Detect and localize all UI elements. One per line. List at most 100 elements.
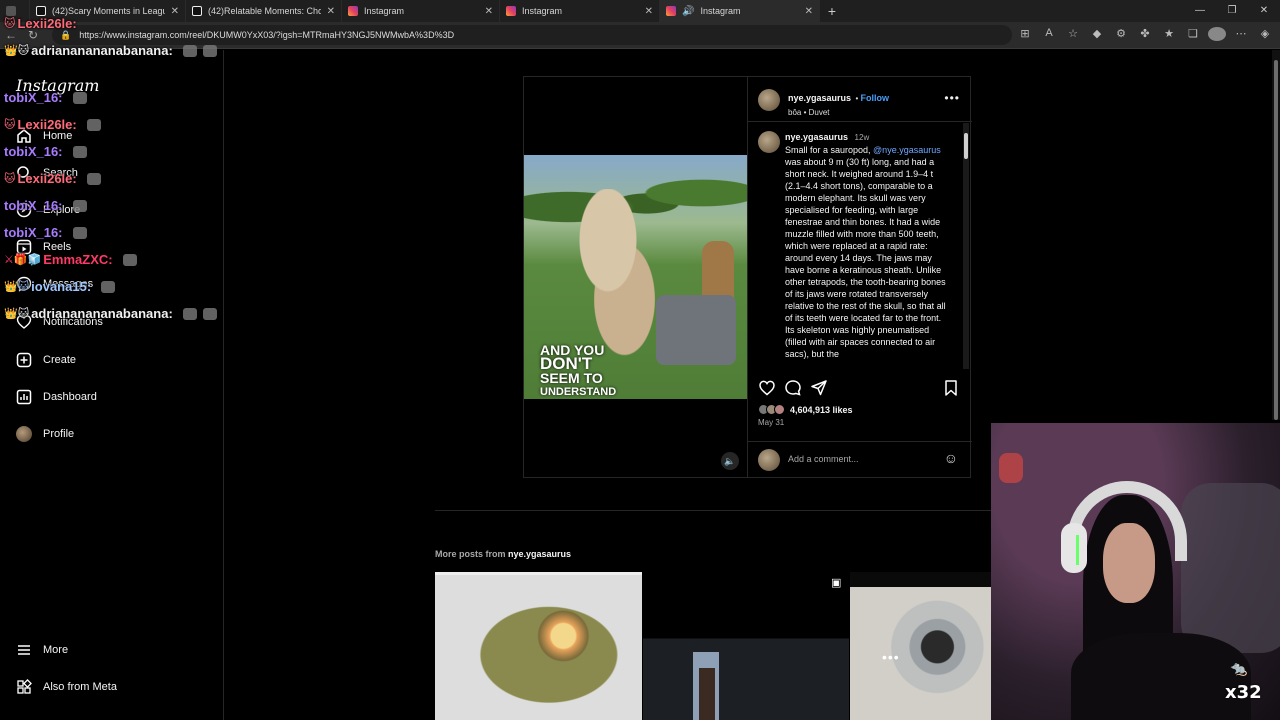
webcam-lamp bbox=[999, 453, 1023, 483]
close-tab-icon[interactable]: ✕ bbox=[327, 6, 335, 17]
tab-title: Instagram bbox=[364, 6, 405, 16]
audio-label[interactable]: bôa • Duvet bbox=[788, 108, 889, 117]
chat-emote-icon bbox=[86, 172, 101, 185]
browser-tab-active[interactable]: 🔊 Instagram ✕ bbox=[660, 0, 820, 22]
favorites-icon[interactable]: ★ bbox=[1160, 27, 1178, 44]
post-header: nye.ygasaurus • Follow bôa • Duvet ••• bbox=[748, 77, 972, 122]
chat-username: EmmaZXC: bbox=[43, 252, 113, 267]
chat-message: 👑🐱 iovana15: bbox=[4, 279, 116, 294]
collections-icon[interactable]: ❏ bbox=[1184, 27, 1202, 44]
meta-grid-icon bbox=[16, 679, 32, 695]
chat-badge-icon: 🐱 bbox=[4, 173, 16, 185]
chat-username: Lexii26le: bbox=[17, 117, 77, 132]
author-avatar[interactable] bbox=[758, 89, 780, 111]
chat-username: adriananananabanana: bbox=[31, 43, 173, 58]
sidebar-item-label: Create bbox=[43, 354, 77, 366]
copilot-icon[interactable]: ◈ bbox=[1256, 27, 1274, 44]
section-divider bbox=[435, 510, 991, 511]
chat-badge-icon: 🐱 bbox=[4, 18, 16, 30]
follow-button[interactable]: Follow bbox=[861, 93, 890, 103]
speaker-icon[interactable]: 🔊 bbox=[682, 6, 694, 17]
maximize-icon[interactable]: ❐ bbox=[1216, 0, 1248, 22]
sidebar-item-label: More bbox=[43, 644, 69, 656]
chat-message: 🐱 Lexii26le: bbox=[4, 171, 101, 186]
read-aloud-icon[interactable]: A bbox=[1040, 27, 1058, 44]
mute-button[interactable]: 🔈 bbox=[721, 452, 739, 470]
caption-author-avatar[interactable] bbox=[758, 131, 780, 153]
sidebar-item-profile[interactable]: Profile bbox=[16, 424, 74, 444]
instagram-icon bbox=[506, 6, 516, 16]
chat-username: tobiX_16: bbox=[4, 225, 63, 240]
chat-badge-icon: 🐱 bbox=[4, 119, 16, 131]
chat-emote-icon bbox=[101, 280, 116, 293]
emoji-icon[interactable]: ☺ bbox=[944, 450, 958, 466]
comment-icon[interactable] bbox=[784, 379, 802, 397]
sidebar-item-more[interactable]: More bbox=[16, 640, 68, 660]
chat-badge-icon: 👑🐱 bbox=[4, 281, 30, 293]
address-bar-icons: ⊞ A ☆ ◆ ⚙ ✤ ★ ❏ ⋯ ◈ bbox=[1016, 26, 1274, 44]
puzzle-icon[interactable]: ⚙ bbox=[1112, 27, 1130, 44]
caption-scrollbar[interactable] bbox=[963, 123, 969, 369]
extensions-icon[interactable]: ✤ bbox=[1136, 27, 1154, 44]
page-scrollbar-thumb[interactable] bbox=[1274, 60, 1278, 420]
more-posts-author-link[interactable]: nye.ygasaurus bbox=[508, 549, 571, 559]
sidebar-item-also-from-meta[interactable]: Also from Meta bbox=[16, 677, 117, 697]
more-options-icon[interactable]: ⋯ bbox=[1232, 27, 1250, 44]
sidebar-item-create[interactable]: Create bbox=[16, 350, 76, 370]
likes-count[interactable]: 4,604,913 likes bbox=[790, 405, 853, 415]
author-username[interactable]: nye.ygasaurus bbox=[788, 93, 851, 103]
chat-message: tobiX_16: bbox=[4, 144, 87, 159]
close-tab-icon[interactable]: ✕ bbox=[805, 6, 813, 17]
more-options-icon[interactable]: ••• bbox=[944, 91, 960, 105]
post-thumbnail[interactable] bbox=[435, 572, 642, 720]
chat-emote-icon bbox=[86, 118, 101, 131]
chat-emote-icon bbox=[122, 253, 137, 266]
apps-icon[interactable]: ⊞ bbox=[1016, 27, 1034, 44]
share-icon[interactable] bbox=[810, 379, 828, 397]
favorite-icon[interactable]: ☆ bbox=[1064, 27, 1082, 44]
reel-icon: ▣ bbox=[831, 577, 842, 589]
stream-chat-overlay: 🐱 Lexii26le: 👑🐱 adriananananabanana: tobiX… bbox=[0, 12, 230, 332]
profile-avatar-icon[interactable] bbox=[1208, 26, 1226, 44]
chat-message: 🐱 Lexii26le: bbox=[4, 16, 77, 31]
tab-title: Instagram bbox=[522, 6, 563, 16]
window-controls: — ❐ ✕ bbox=[1184, 0, 1280, 22]
reel-media[interactable]: AND YOU DON'T SEEM TO UNDERSTAND 🔈 bbox=[524, 77, 747, 477]
post-date[interactable]: May 31 bbox=[758, 418, 784, 427]
extension-icon[interactable]: ◆ bbox=[1088, 27, 1106, 44]
page-scrollbar[interactable] bbox=[1272, 50, 1280, 420]
more-posts-heading: More posts from nye.ygasaurus bbox=[435, 549, 571, 559]
minimize-icon[interactable]: — bbox=[1184, 0, 1216, 22]
webcam-body bbox=[1071, 633, 1251, 720]
chat-username: tobiX_16: bbox=[4, 90, 63, 105]
thumbnail-figure bbox=[699, 668, 715, 720]
post-thumbnail[interactable] bbox=[643, 572, 849, 720]
save-icon[interactable] bbox=[942, 379, 960, 397]
chat-badge-icon: ⚔🎁🧊 bbox=[4, 254, 42, 266]
caption-container: nye.ygasaurus 12w Small for a sauropod, … bbox=[748, 123, 972, 369]
chat-badge-icon: 👑🐱 bbox=[4, 45, 30, 57]
browser-tab[interactable]: Instagram ✕ bbox=[342, 0, 500, 22]
chat-message: 👑🐱 adriananananabanana: bbox=[4, 306, 217, 321]
dashboard-icon bbox=[16, 389, 32, 405]
caption-mention-link[interactable]: @nye.ygasaurus bbox=[873, 145, 941, 155]
close-tab-icon[interactable]: ✕ bbox=[645, 6, 653, 17]
chat-username: Lexii26le: bbox=[17, 171, 77, 186]
close-window-icon[interactable]: ✕ bbox=[1248, 0, 1280, 22]
like-icon[interactable] bbox=[758, 379, 776, 397]
scrollbar-thumb[interactable] bbox=[964, 133, 968, 159]
plus-icon bbox=[16, 352, 32, 368]
headset-light bbox=[1076, 535, 1079, 565]
comment-input[interactable] bbox=[788, 452, 928, 466]
post-actions bbox=[748, 379, 972, 399]
new-tab-button[interactable]: + bbox=[820, 3, 844, 19]
post-thumbnail[interactable] bbox=[850, 572, 991, 720]
webcam-chair bbox=[1181, 483, 1280, 653]
close-tab-icon[interactable]: ✕ bbox=[485, 6, 493, 17]
reel-video[interactable]: AND YOU DON'T SEEM TO UNDERSTAND bbox=[524, 155, 747, 399]
current-user-avatar bbox=[758, 449, 780, 471]
browser-tab[interactable]: Instagram ✕ bbox=[500, 0, 660, 22]
video-stone-pot bbox=[656, 295, 736, 365]
sidebar-item-dashboard[interactable]: Dashboard bbox=[16, 387, 97, 407]
caption-author[interactable]: nye.ygasaurus bbox=[785, 132, 848, 142]
